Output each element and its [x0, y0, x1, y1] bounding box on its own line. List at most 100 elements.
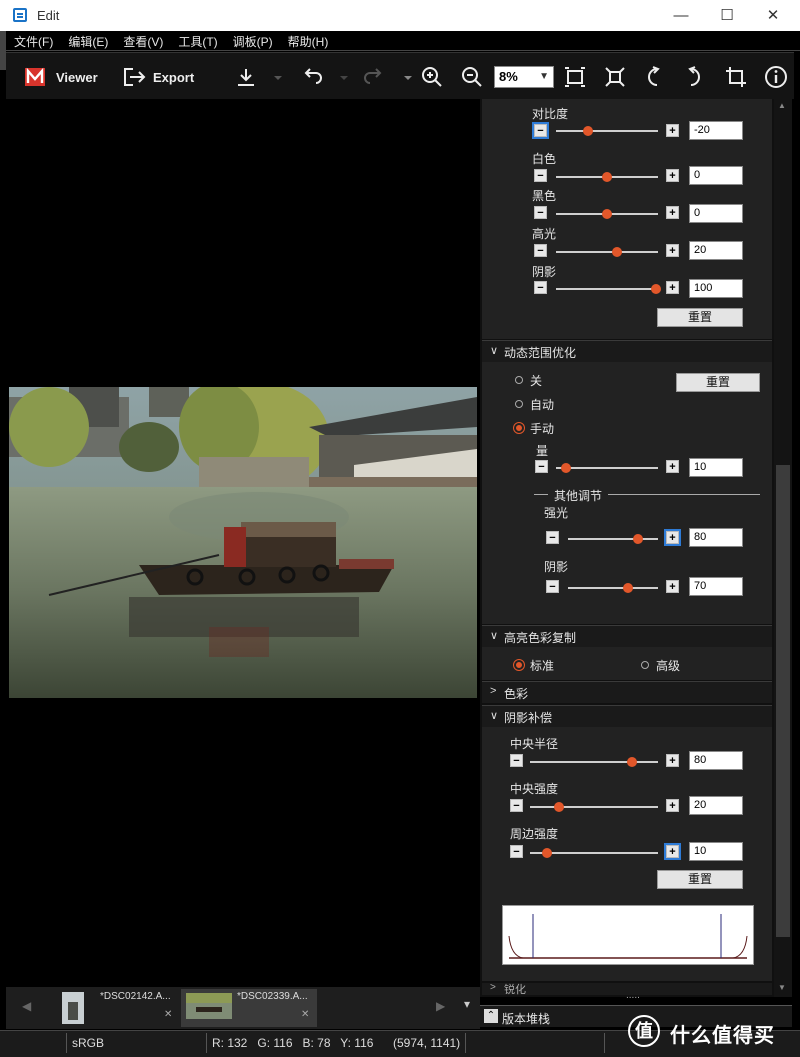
center-strength-plus-button[interactable]: + — [666, 799, 679, 812]
menu-edit[interactable]: 编辑(E) — [60, 31, 115, 50]
center-strength-slider-track[interactable] — [530, 806, 658, 808]
dro-amount-slider-track[interactable] — [556, 467, 658, 469]
highlight-color-header[interactable]: ∨ 高亮色彩复制 — [482, 625, 772, 647]
dro-amount-value-field[interactable]: 10 — [689, 458, 743, 477]
menu-file[interactable]: 文件(F) — [6, 31, 60, 50]
center-radius-slider-knob[interactable] — [627, 757, 638, 767]
zoom-out-icon[interactable] — [460, 65, 484, 89]
menu-palette[interactable]: 调板(P) — [225, 31, 280, 50]
zoom-select[interactable]: 8% ▼ — [494, 66, 554, 88]
dro-reset-button[interactable]: 重置 — [676, 373, 760, 392]
whites-minus-button[interactable]: − — [534, 169, 547, 182]
fit-screen-icon[interactable] — [563, 65, 587, 89]
filmstrip-item-selected[interactable]: *DSC02339.A... ✕ — [181, 989, 317, 1027]
color-header[interactable]: > 色彩 — [482, 681, 772, 703]
rotate-right-icon[interactable] — [681, 65, 705, 89]
dropdown-icon[interactable] — [266, 65, 282, 89]
redo-icon[interactable] — [362, 65, 386, 89]
dro-off-radio[interactable] — [515, 376, 523, 384]
center-strength-value-field[interactable]: 20 — [689, 796, 743, 815]
shadows-value-field[interactable]: 100 — [689, 279, 743, 298]
highlights-slider-track[interactable] — [556, 251, 658, 253]
menu-tools[interactable]: 工具(T) — [170, 31, 224, 50]
shadows-plus-button[interactable]: + — [666, 281, 679, 294]
dro-manual-radio[interactable] — [516, 425, 522, 431]
hl-standard-radio[interactable] — [516, 662, 522, 668]
filmstrip-next-icon[interactable]: ▶ — [436, 999, 445, 1013]
zoom-in-icon[interactable] — [420, 65, 444, 89]
blacks-minus-button[interactable]: − — [534, 206, 547, 219]
dro-shadow-slider-track[interactable] — [568, 587, 658, 589]
contrast-slider-knob[interactable] — [582, 126, 593, 136]
filmstrip-menu-icon[interactable]: ▾ — [464, 997, 470, 1011]
dro-highlight-slider-track[interactable] — [568, 538, 658, 540]
rotate-left-icon[interactable] — [643, 65, 667, 89]
blacks-plus-button[interactable]: + — [666, 206, 679, 219]
redo-dropdown-icon[interactable] — [396, 65, 412, 89]
whites-value-field[interactable]: 0 — [689, 166, 743, 185]
blacks-slider-knob[interactable] — [602, 209, 612, 219]
center-strength-slider-knob[interactable] — [554, 802, 565, 812]
dro-highlight-slider-knob[interactable] — [633, 534, 644, 544]
blacks-value-field[interactable]: 0 — [689, 204, 743, 223]
dro-shadow-value-field[interactable]: 70 — [689, 577, 743, 596]
highlights-value-field[interactable]: 20 — [689, 241, 743, 260]
undo-dropdown-icon[interactable] — [332, 65, 348, 89]
center-radius-slider-track[interactable] — [530, 761, 658, 763]
vignette-reset-button[interactable]: 重置 — [657, 870, 743, 889]
menu-view[interactable]: 查看(V) — [115, 31, 170, 50]
dro-amount-minus-button[interactable]: − — [535, 460, 548, 473]
edge-strength-slider-knob[interactable] — [541, 848, 552, 858]
dro-amount-slider-knob[interactable] — [561, 463, 572, 473]
scroll-down-icon[interactable]: ▼ — [778, 983, 786, 992]
download-icon[interactable] — [234, 65, 258, 89]
close-icon[interactable]: ✕ — [301, 1009, 309, 1020]
actual-size-icon[interactable] — [603, 65, 627, 89]
scroll-up-icon[interactable]: ▲ — [778, 101, 786, 110]
crop-icon[interactable] — [724, 65, 748, 89]
dro-auto-radio[interactable] — [515, 400, 523, 408]
whites-slider-knob[interactable] — [602, 172, 612, 182]
whites-plus-button[interactable]: + — [666, 169, 679, 182]
dro-highlight-value-field[interactable]: 80 — [689, 528, 743, 547]
hl-advanced-radio[interactable] — [641, 661, 649, 669]
highlights-minus-button[interactable]: − — [534, 244, 547, 257]
shadows-slider-track[interactable] — [556, 288, 658, 290]
dro-highlight-plus-button[interactable]: + — [664, 529, 681, 546]
dro-shadow-slider-knob[interactable] — [623, 583, 634, 593]
minimize-button[interactable]: — — [658, 0, 704, 31]
contrast-value-field[interactable]: -20 — [689, 121, 743, 140]
filmstrip-item[interactable]: *DSC02142.A... ✕ — [46, 989, 176, 1027]
export-button[interactable]: Export — [123, 65, 194, 89]
close-button[interactable]: ✕ — [750, 0, 796, 31]
tone-reset-button[interactable]: 重置 — [657, 308, 743, 327]
menu-help[interactable]: 帮助(H) — [280, 31, 336, 50]
contrast-plus-button[interactable]: + — [666, 124, 679, 137]
panel-scrollbar-thumb[interactable] — [776, 465, 790, 937]
filmstrip-prev-icon[interactable]: ◀ — [22, 999, 31, 1013]
highlights-slider-knob[interactable] — [612, 247, 623, 257]
dro-shadow-plus-button[interactable]: + — [666, 580, 679, 593]
viewer-button[interactable]: Viewer — [24, 65, 98, 89]
center-radius-minus-button[interactable]: − — [510, 754, 523, 767]
maximize-button[interactable]: ☐ — [704, 0, 750, 31]
shadows-minus-button[interactable]: − — [534, 281, 547, 294]
undo-icon[interactable] — [300, 65, 324, 89]
dro-highlight-minus-button[interactable]: − — [546, 531, 559, 544]
vignette-header[interactable]: ∨ 阴影补偿 — [482, 705, 772, 727]
dro-amount-plus-button[interactable]: + — [666, 460, 679, 473]
dro-shadow-minus-button[interactable]: − — [546, 580, 559, 593]
panel-resize-handle[interactable]: ..... — [626, 990, 640, 1001]
close-icon[interactable]: ✕ — [164, 1009, 172, 1020]
edge-strength-plus-button[interactable]: + — [664, 843, 681, 860]
center-strength-minus-button[interactable]: − — [510, 799, 523, 812]
center-radius-plus-button[interactable]: + — [666, 754, 679, 767]
shadows-slider-knob[interactable] — [650, 284, 661, 294]
info-icon[interactable] — [764, 65, 788, 89]
center-radius-value-field[interactable]: 80 — [689, 751, 743, 770]
edge-strength-minus-button[interactable]: − — [510, 845, 523, 858]
edge-strength-value-field[interactable]: 10 — [689, 842, 743, 861]
dro-header[interactable]: ∨ 动态范围优化 — [482, 340, 772, 362]
contrast-slider-track[interactable] — [556, 130, 658, 132]
highlights-plus-button[interactable]: + — [666, 244, 679, 257]
